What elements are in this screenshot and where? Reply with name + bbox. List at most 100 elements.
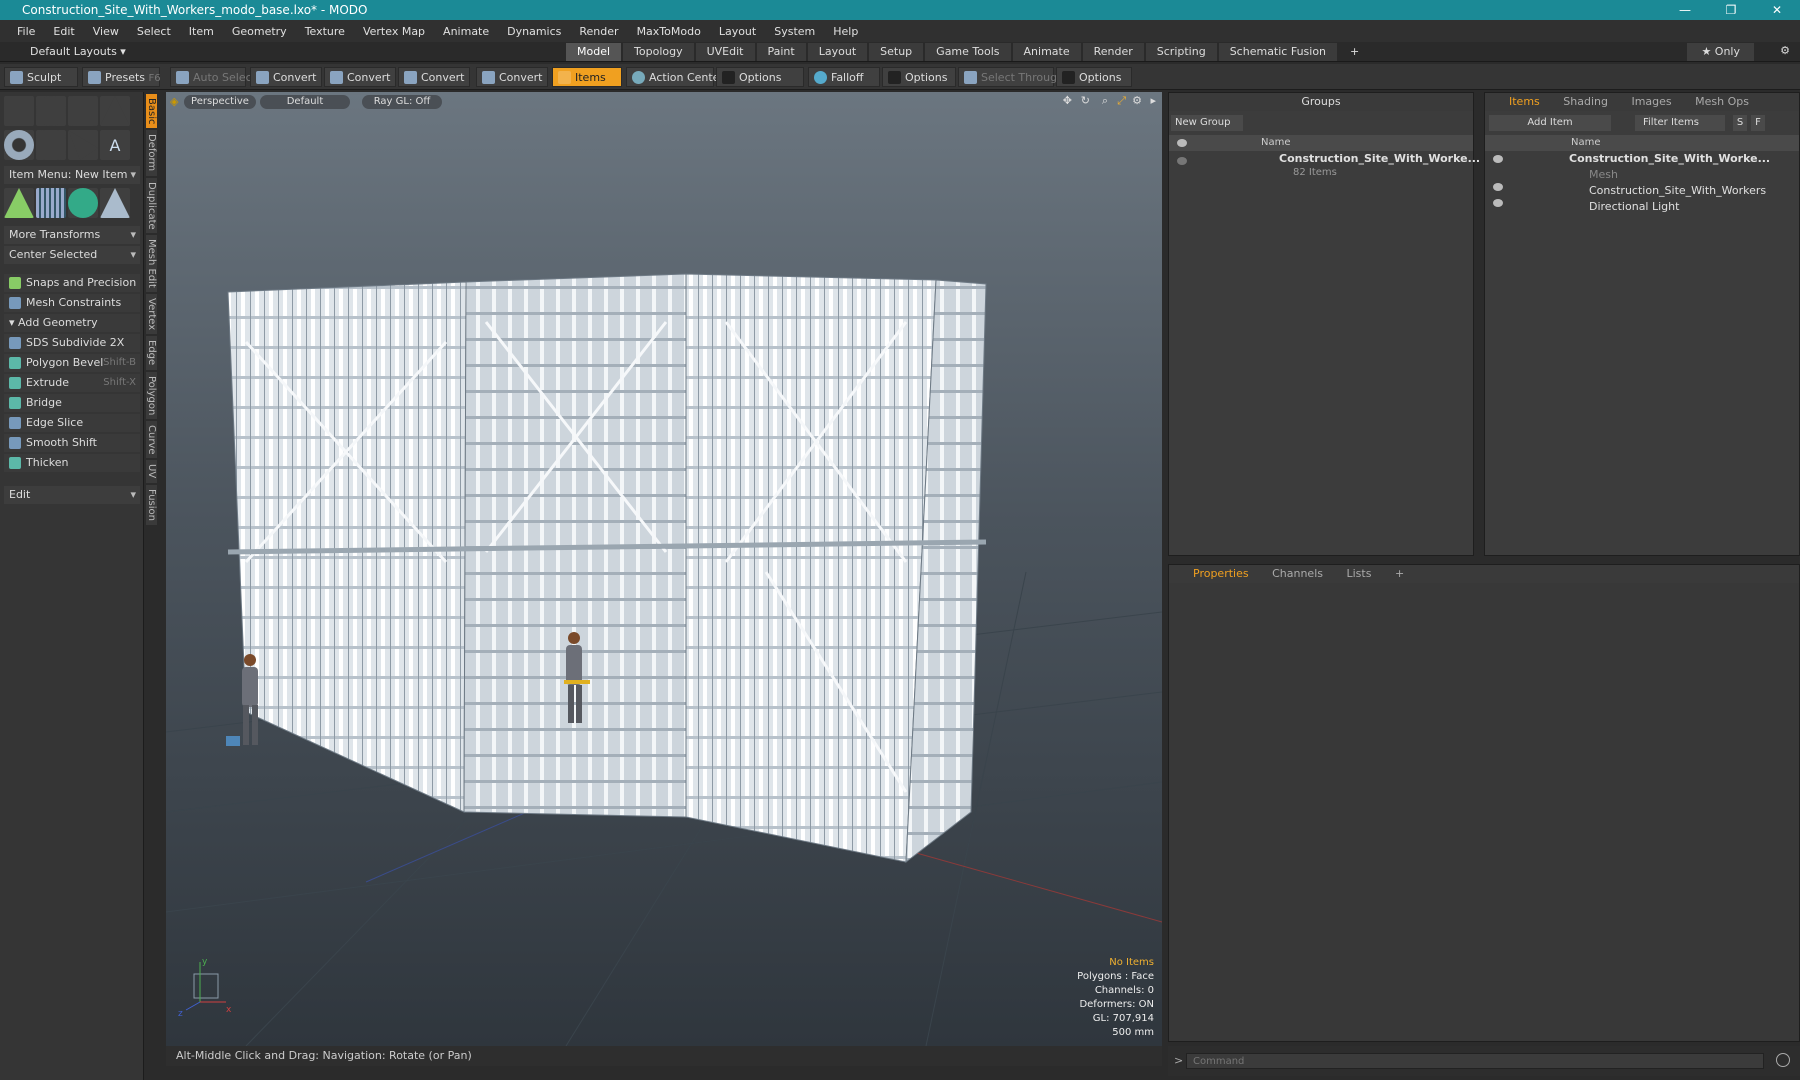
tab-scripting[interactable]: Scripting (1145, 43, 1217, 61)
thicken-button[interactable]: Thicken (4, 454, 140, 472)
vtab-duplicate[interactable]: Duplicate (146, 177, 157, 234)
minimize-button[interactable]: — (1662, 0, 1708, 20)
tab-images[interactable]: Images (1621, 93, 1681, 111)
convert-edge-button[interactable]: Convert (324, 67, 396, 87)
vtab-deform[interactable]: Deform (146, 130, 157, 176)
tab-render[interactable]: Render (1082, 43, 1144, 61)
filter-f-button[interactable]: F (1751, 115, 1765, 131)
tab-setup[interactable]: Setup (869, 43, 924, 61)
tab-uvedit[interactable]: UVEdit (695, 43, 755, 61)
tab-schematic-fusion[interactable]: Schematic Fusion (1218, 43, 1338, 61)
vtab-mesh-edit[interactable]: Mesh Edit (146, 235, 157, 293)
more-transforms-dropdown[interactable]: More Transforms (4, 226, 140, 244)
filter-items-input[interactable]: Filter Items (1635, 115, 1725, 131)
pen-icon[interactable] (68, 130, 98, 160)
grid-icon[interactable] (36, 188, 66, 218)
3d-viewport[interactable]: ◈ Perspective Default Ray GL: Off ✥ ↻ ⌕ … (166, 92, 1162, 1046)
polygon-bevel-button[interactable]: Polygon Bevel Shift-B (4, 354, 140, 372)
smooth-shift-button[interactable]: Smooth Shift (4, 434, 140, 452)
item-visibility-icon[interactable] (1493, 199, 1503, 207)
tab-model[interactable]: Model (566, 43, 622, 61)
tab-mesh-ops[interactable]: Mesh Ops (1685, 93, 1759, 111)
torus-icon[interactable] (4, 130, 34, 160)
menu-select[interactable]: Select (128, 25, 180, 38)
vtab-polygon[interactable]: Polygon (146, 371, 157, 419)
items-mode-button[interactable]: Items (552, 67, 622, 87)
add-geometry-header[interactable]: ▾ Add Geometry (4, 314, 140, 332)
bridge-button[interactable]: Bridge (4, 394, 140, 412)
gear-icon[interactable]: ⚙ (1780, 44, 1790, 57)
menu-maxtomodo[interactable]: MaxToModo (628, 25, 710, 38)
action-center-options-button[interactable]: Options (716, 67, 804, 87)
item-visibility-icon[interactable] (1493, 155, 1503, 163)
sphere-icon[interactable] (36, 96, 66, 126)
text-tool-icon[interactable]: A (100, 130, 130, 160)
menu-dynamics[interactable]: Dynamics (498, 25, 570, 38)
capsule-icon[interactable] (36, 130, 66, 160)
auto-select-button[interactable]: Auto Select (170, 67, 256, 87)
add-tab-button[interactable]: + (1339, 43, 1370, 61)
sculpt-button[interactable]: Sculpt (4, 67, 78, 87)
menu-file[interactable]: File (8, 25, 44, 38)
group-visibility-icon[interactable] (1177, 157, 1187, 165)
menu-animate[interactable]: Animate (434, 25, 498, 38)
menu-view[interactable]: View (84, 25, 128, 38)
menu-texture[interactable]: Texture (296, 25, 354, 38)
filter-s-button[interactable]: S (1733, 115, 1747, 131)
edge-slice-button[interactable]: Edge Slice (4, 414, 140, 432)
cube-icon[interactable] (4, 96, 34, 126)
tab-animate[interactable]: Animate (1012, 43, 1081, 61)
vtab-fusion[interactable]: Fusion (146, 484, 157, 525)
close-button[interactable]: ✕ (1754, 0, 1800, 20)
tab-properties[interactable]: Properties (1183, 565, 1259, 583)
vtab-uv[interactable]: UV (146, 460, 157, 483)
extrude-button[interactable]: Extrude Shift-X (4, 374, 140, 392)
globe-icon[interactable] (68, 188, 98, 218)
falloff-button[interactable]: Falloff (808, 67, 880, 87)
tab-topology[interactable]: Topology (623, 43, 694, 61)
item-menu-dropdown[interactable]: Item Menu: New Item (4, 166, 140, 184)
edit-dropdown[interactable]: Edit (4, 486, 140, 504)
falloff-options-button[interactable]: Options (882, 67, 956, 87)
maximize-button[interactable]: ❐ (1708, 0, 1754, 20)
center-selected-dropdown[interactable]: Center Selected (4, 246, 140, 264)
vtab-basic[interactable]: Basic (146, 94, 157, 129)
menu-geometry[interactable]: Geometry (223, 25, 296, 38)
presets-button[interactable]: Presets F6 (82, 67, 161, 87)
menu-render[interactable]: Render (570, 25, 627, 38)
cone-icon[interactable] (100, 96, 130, 126)
new-group-button[interactable]: New Group (1171, 115, 1243, 131)
item-visibility-icon[interactable] (1493, 183, 1503, 191)
transform-icon[interactable] (4, 188, 34, 218)
tree-item-light[interactable]: Directional Light (1589, 199, 1679, 215)
tab-items[interactable]: Items (1499, 93, 1550, 111)
command-input[interactable] (1186, 1053, 1764, 1069)
tree-item-scene[interactable]: Construction_Site_With_Worke... (1569, 151, 1770, 167)
only-toggle[interactable]: ★ Only (1687, 43, 1754, 61)
menu-system[interactable]: System (765, 25, 824, 38)
tab-layout[interactable]: Layout (807, 43, 868, 61)
menu-item[interactable]: Item (180, 25, 223, 38)
menu-vertex-map[interactable]: Vertex Map (354, 25, 434, 38)
tree-item-group[interactable]: Construction_Site_With_Workers (1589, 183, 1766, 199)
convert-vertex-button[interactable]: Convert (250, 67, 322, 87)
tab-lists[interactable]: Lists (1337, 565, 1382, 583)
menu-layout[interactable]: Layout (710, 25, 765, 38)
pyramid-icon[interactable] (100, 188, 130, 218)
sds-subdivide-button[interactable]: SDS Subdivide 2X (4, 334, 140, 352)
cylinder-icon[interactable] (68, 96, 98, 126)
menu-edit[interactable]: Edit (44, 25, 83, 38)
tab-paint[interactable]: Paint (756, 43, 806, 61)
action-center-button[interactable]: Action Center (626, 67, 724, 87)
tree-item-mesh[interactable]: Mesh (1589, 167, 1618, 183)
select-through-button[interactable]: Select Through (958, 67, 1064, 87)
mesh-constraints-button[interactable]: Mesh Constraints (4, 294, 140, 312)
tab-shading[interactable]: Shading (1553, 93, 1618, 111)
convert-polygon-button[interactable]: Convert (398, 67, 470, 87)
tab-channels[interactable]: Channels (1262, 565, 1333, 583)
tab-game-tools[interactable]: Game Tools (925, 43, 1011, 61)
record-icon[interactable] (1776, 1053, 1790, 1067)
add-item-button[interactable]: Add Item (1489, 115, 1611, 131)
convert-material-button[interactable]: Convert (476, 67, 548, 87)
vtab-curve[interactable]: Curve (146, 420, 157, 459)
